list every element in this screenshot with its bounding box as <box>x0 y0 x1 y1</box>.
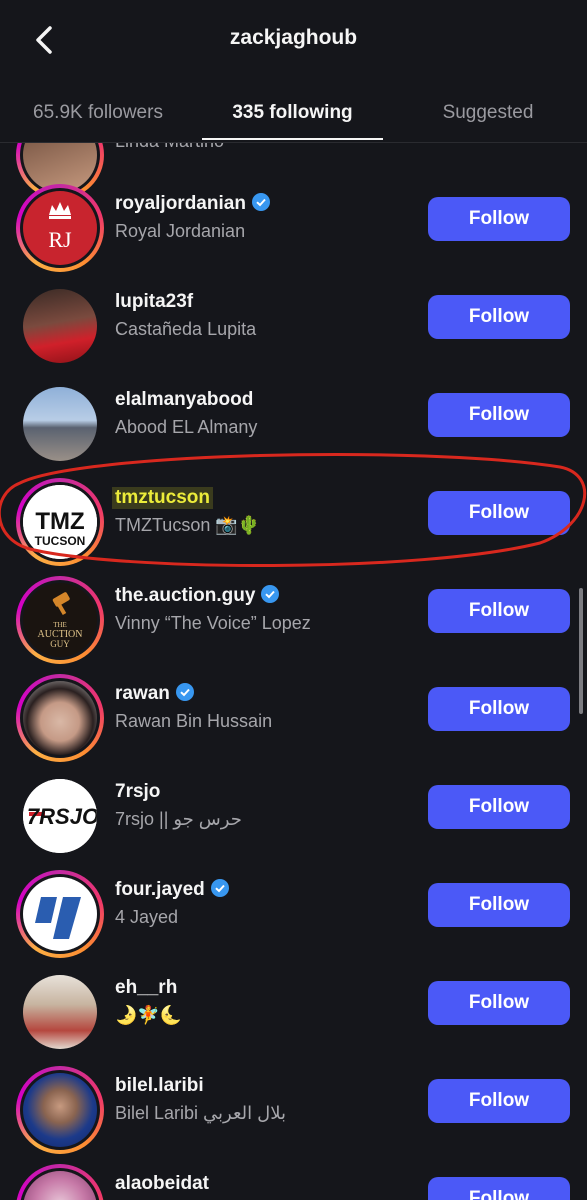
verified-badge-icon <box>251 193 270 211</box>
username[interactable]: the.auction.guy <box>115 585 280 607</box>
verified-badge-icon <box>261 585 280 603</box>
verified-badge-icon <box>175 683 194 701</box>
full-name: Royal Jordanian <box>115 221 246 241</box>
follow-button[interactable]: Follow <box>428 687 570 731</box>
list-item[interactable]: elalmanyabood Abood EL Almany Follow <box>0 372 587 470</box>
follow-button[interactable]: Follow <box>428 883 570 927</box>
four-jayed-logo <box>35 897 81 939</box>
follow-button[interactable]: Follow <box>428 393 570 437</box>
username[interactable]: alaobeidat <box>115 1173 209 1195</box>
follow-button[interactable]: Follow <box>428 1079 570 1123</box>
tab-bar: 65.9K followers 335 following Suggested <box>0 90 587 143</box>
username[interactable]: lupita23f <box>115 291 193 313</box>
list-item[interactable]: bilel.laribi Bilel Laribi بلال العربي Fo… <box>0 1058 587 1156</box>
full-name: Vinny “The Voice” Lopez <box>115 613 311 633</box>
tab-following[interactable]: 335 following <box>196 102 389 124</box>
username[interactable]: royaljordanian <box>115 193 270 215</box>
avatar[interactable] <box>16 1066 104 1154</box>
full-name: Bilel Laribi بلال العربي <box>115 1103 286 1123</box>
avatar[interactable] <box>16 870 104 958</box>
avatar[interactable] <box>16 380 104 468</box>
full-name: Rawan Bin Hussain <box>115 711 273 731</box>
tab-followers[interactable]: 65.9K followers <box>0 102 196 124</box>
avatar[interactable]: RJ <box>16 184 104 272</box>
scrollbar[interactable] <box>579 588 583 714</box>
verified-badge-icon <box>210 879 229 897</box>
full-name: Castañeda Lupita <box>115 319 257 339</box>
full-name: TMZTucson 📸🌵 <box>115 515 261 535</box>
full-name: Linda Martino <box>115 143 224 152</box>
list-item[interactable]: 7RSJO 7rsjo 7rsjo || حرس جو Follow <box>0 764 587 862</box>
follow-button[interactable]: Follow <box>428 1177 570 1200</box>
royal-jordanian-logo: RJ <box>48 202 72 252</box>
list-item[interactable]: rawan Rawan Bin Hussain Follow <box>0 666 587 764</box>
logo-text: GUY <box>50 639 70 649</box>
avatar[interactable]: 7RSJO <box>16 772 104 860</box>
list-item[interactable]: alaobeidat Follow <box>0 1156 587 1200</box>
username[interactable]: eh__rh <box>115 977 177 999</box>
following-list[interactable]: Linda Martino RJ royaljordanian Royal Jo… <box>0 143 587 1200</box>
tab-suggested[interactable]: Suggested <box>389 102 587 124</box>
username[interactable]: bilel.laribi <box>115 1075 204 1097</box>
follow-button[interactable]: Follow <box>428 295 570 339</box>
full-name: 🌛🧚🌜 <box>115 1005 183 1025</box>
follow-button[interactable]: Follow <box>428 589 570 633</box>
page-title: zackjaghoub <box>229 26 358 49</box>
username[interactable]: elalmanyabood <box>115 389 253 411</box>
full-name: 7rsjo || حرس جو <box>115 809 242 829</box>
list-item[interactable]: THE AUCTION GUY the.auction.guy Vinny “T… <box>0 568 587 666</box>
active-tab-indicator <box>202 138 383 140</box>
header: zackjaghoub <box>0 0 587 80</box>
avatar[interactable]: THE AUCTION GUY <box>16 576 104 664</box>
username[interactable]: rawan <box>115 683 194 705</box>
tmz-tucson-logo: TMZ TUCSON <box>23 485 97 559</box>
list-item[interactable]: eh__rh 🌛🧚🌜 Follow <box>0 960 587 1058</box>
username[interactable]: 7rsjo <box>115 781 160 803</box>
avatar[interactable] <box>16 282 104 370</box>
avatar[interactable]: TMZ TUCSON <box>16 478 104 566</box>
full-name: 4 Jayed <box>115 907 179 927</box>
logo-text: RJ <box>48 227 72 252</box>
full-name: Abood EL Almany <box>115 417 258 437</box>
logo-text: TMZ <box>35 508 84 535</box>
follow-button[interactable]: Follow <box>428 491 570 535</box>
avatar[interactable] <box>16 1164 104 1200</box>
logo-text: THE <box>53 621 67 629</box>
username[interactable]: tmztucson <box>112 487 213 509</box>
list-item[interactable]: TMZ TUCSON tmztucson TMZTucson 📸🌵 Follow <box>0 470 587 568</box>
avatar[interactable] <box>16 968 104 1056</box>
username[interactable]: four.jayed <box>115 879 229 901</box>
follow-button[interactable]: Follow <box>428 197 570 241</box>
logo-text: TUCSON <box>35 534 86 548</box>
follow-button[interactable]: Follow <box>428 981 570 1025</box>
list-item[interactable]: RJ royaljordanian Royal Jordanian Follow <box>0 176 587 274</box>
list-item[interactable]: lupita23f Castañeda Lupita Follow <box>0 274 587 372</box>
avatar[interactable] <box>16 674 104 762</box>
follow-button[interactable]: Follow <box>428 785 570 829</box>
logo-text: 7RSJO <box>27 804 97 829</box>
auction-guy-logo: THE AUCTION GUY <box>38 592 83 649</box>
list-item[interactable]: four.jayed 4 Jayed Follow <box>0 862 587 960</box>
7rsjo-logo: 7RSJO <box>23 779 97 853</box>
